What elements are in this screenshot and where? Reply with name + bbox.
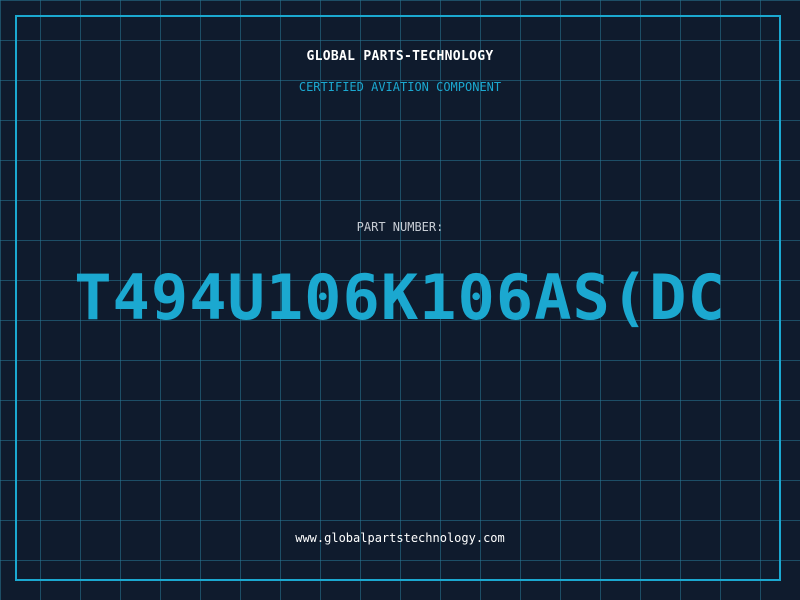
website-url: www.globalpartstechnology.com xyxy=(295,531,505,545)
certification-tagline: CERTIFIED AVIATION COMPONENT xyxy=(298,80,502,94)
part-number-label: PART NUMBER: xyxy=(356,220,444,234)
company-name: GLOBAL PARTS-TECHNOLOGY xyxy=(306,49,494,64)
certificate-canvas: GLOBAL PARTS-TECHNOLOGY CERTIFIED AVIATI… xyxy=(0,0,800,600)
part-number-value: T494U106K106AS(DC xyxy=(74,261,726,334)
